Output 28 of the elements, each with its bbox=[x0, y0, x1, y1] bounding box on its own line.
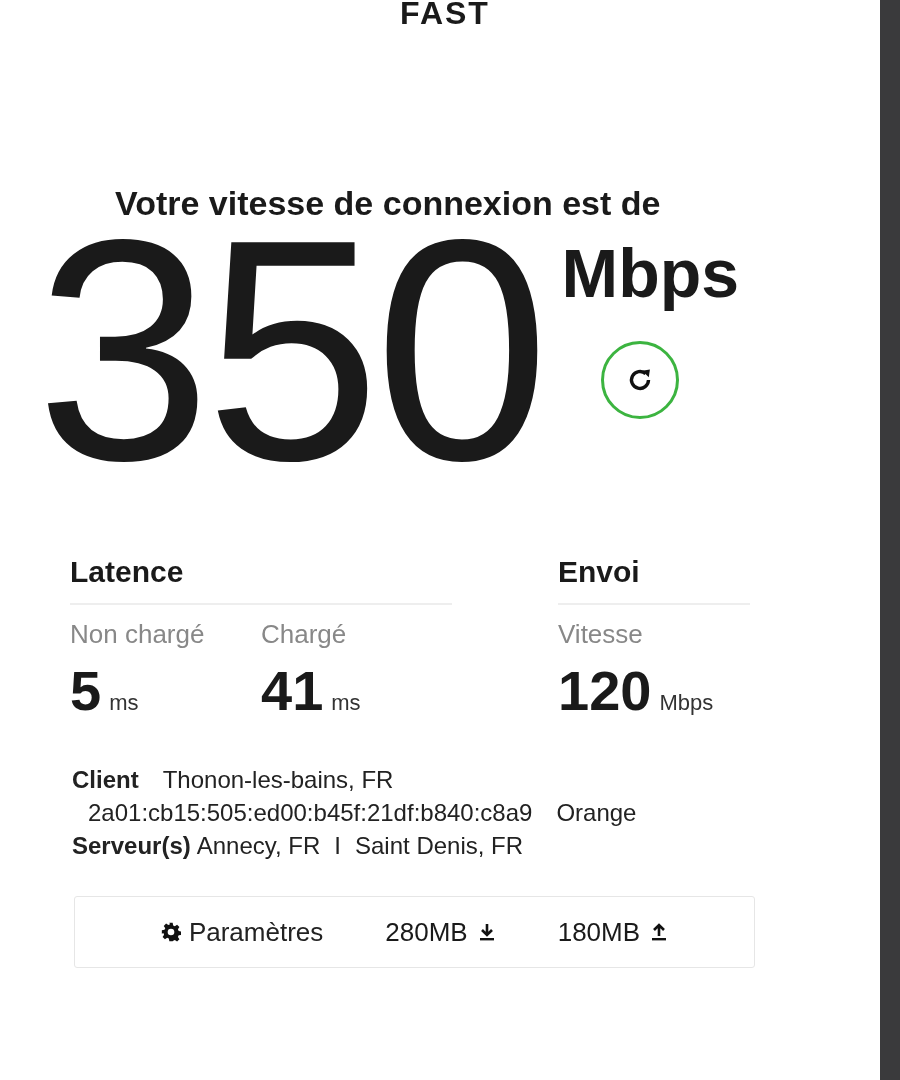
server-location: Annecy, FR bbox=[196, 832, 321, 859]
download-size: 280MB bbox=[385, 916, 468, 948]
download-icon bbox=[477, 922, 496, 942]
metric-label: Non chargé bbox=[70, 619, 206, 650]
server-label: Serveur(s) bbox=[72, 832, 191, 859]
client-label: Client bbox=[72, 766, 139, 793]
settings-link[interactable]: Paramètres bbox=[160, 916, 324, 948]
heading: Votre vitesse de connexion est de bbox=[114, 184, 662, 223]
upload-size: 180MB bbox=[557, 916, 641, 948]
separator: I bbox=[334, 832, 341, 859]
server-location: Saint Denis, FR bbox=[355, 832, 524, 859]
metric-value: 120 bbox=[558, 658, 652, 723]
metric-unit: ms bbox=[109, 690, 139, 716]
metric-unit: Mbps bbox=[659, 690, 714, 716]
metric-unit: ms bbox=[331, 690, 361, 716]
logo: FAST bbox=[399, 0, 490, 26]
client-isp: Orange bbox=[556, 799, 637, 826]
client-location: Thonon-les-bains, FR bbox=[162, 766, 394, 793]
client-ip: 2a01:cb15:505:ed00:b45f:21df:b840:c8a9 bbox=[88, 799, 533, 826]
metric-label: Vitesse bbox=[558, 619, 644, 650]
speed-value: 350 bbox=[36, 235, 544, 485]
metric-value: 5 bbox=[70, 658, 102, 723]
metric-value: 41 bbox=[261, 658, 324, 723]
settings-icon bbox=[160, 922, 181, 942]
metric-label: Chargé bbox=[261, 619, 348, 650]
section-title: Envoi bbox=[558, 555, 750, 605]
upload-icon bbox=[650, 922, 669, 942]
section-title: Latence bbox=[70, 555, 452, 605]
